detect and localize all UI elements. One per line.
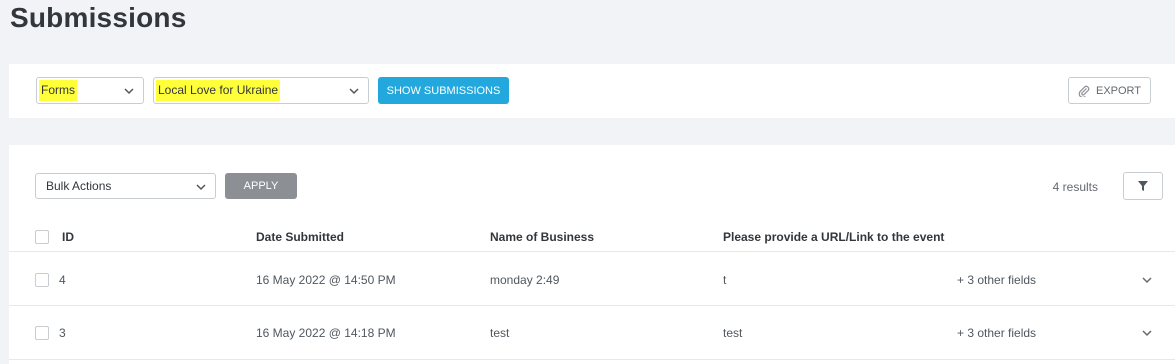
submissions-panel: Bulk Actions APPLY 4 results ID Date Sub…	[9, 145, 1175, 364]
paperclip-icon	[1078, 85, 1090, 97]
bulk-actions-select[interactable]: Bulk Actions	[35, 173, 216, 199]
row-date: 16 May 2022 @ 14:18 PM	[256, 326, 396, 340]
row-other-fields: + 3 other fields	[957, 326, 1037, 340]
row-checkbox[interactable]	[35, 326, 49, 340]
row-business-name: monday 2:49	[490, 273, 560, 287]
export-label: EXPORT	[1095, 84, 1142, 97]
row-id: 4	[59, 273, 66, 287]
column-header-date[interactable]: Date Submitted	[256, 230, 344, 244]
form-select[interactable]: Local Love for Ukraine	[153, 77, 369, 104]
apply-button[interactable]: APPLY	[225, 173, 297, 199]
divider	[9, 251, 1175, 252]
row-other-fields: + 3 other fields	[957, 273, 1037, 287]
row-url: test	[723, 326, 743, 340]
row-url: t	[723, 273, 727, 287]
results-count: 4 results	[1052, 180, 1098, 194]
row-checkbox[interactable]	[35, 273, 49, 287]
row-id: 3	[59, 326, 66, 340]
chevron-down-icon	[349, 88, 359, 95]
form-type-select[interactable]: Forms	[36, 77, 144, 104]
select-all-checkbox[interactable]	[35, 230, 49, 244]
chevron-down-icon	[124, 88, 134, 95]
expand-chevron-icon[interactable]	[1141, 327, 1153, 339]
form-value: Local Love for Ukraine	[156, 80, 281, 101]
row-date: 16 May 2022 @ 14:50 PM	[256, 273, 396, 287]
export-button[interactable]: EXPORT	[1068, 77, 1151, 104]
column-header-name[interactable]: Name of Business	[490, 230, 594, 244]
column-header-url[interactable]: Please provide a URL/Link to the event	[723, 230, 944, 244]
bulk-actions-value: Bulk Actions	[46, 179, 112, 193]
filter-button[interactable]	[1123, 172, 1163, 200]
expand-chevron-icon[interactable]	[1141, 274, 1153, 286]
page-title: Submissions	[10, 2, 187, 33]
form-type-value: Forms	[39, 80, 77, 101]
filter-icon	[1138, 181, 1148, 191]
row-business-name: test	[490, 326, 510, 340]
divider	[9, 359, 1175, 360]
chevron-down-icon	[196, 184, 206, 191]
divider	[9, 305, 1175, 306]
column-header-id[interactable]: ID	[62, 230, 74, 244]
filter-panel: Forms Local Love for Ukraine SHOW SUBMIS…	[9, 64, 1175, 118]
show-submissions-button[interactable]: SHOW SUBMISSIONS	[378, 77, 509, 104]
